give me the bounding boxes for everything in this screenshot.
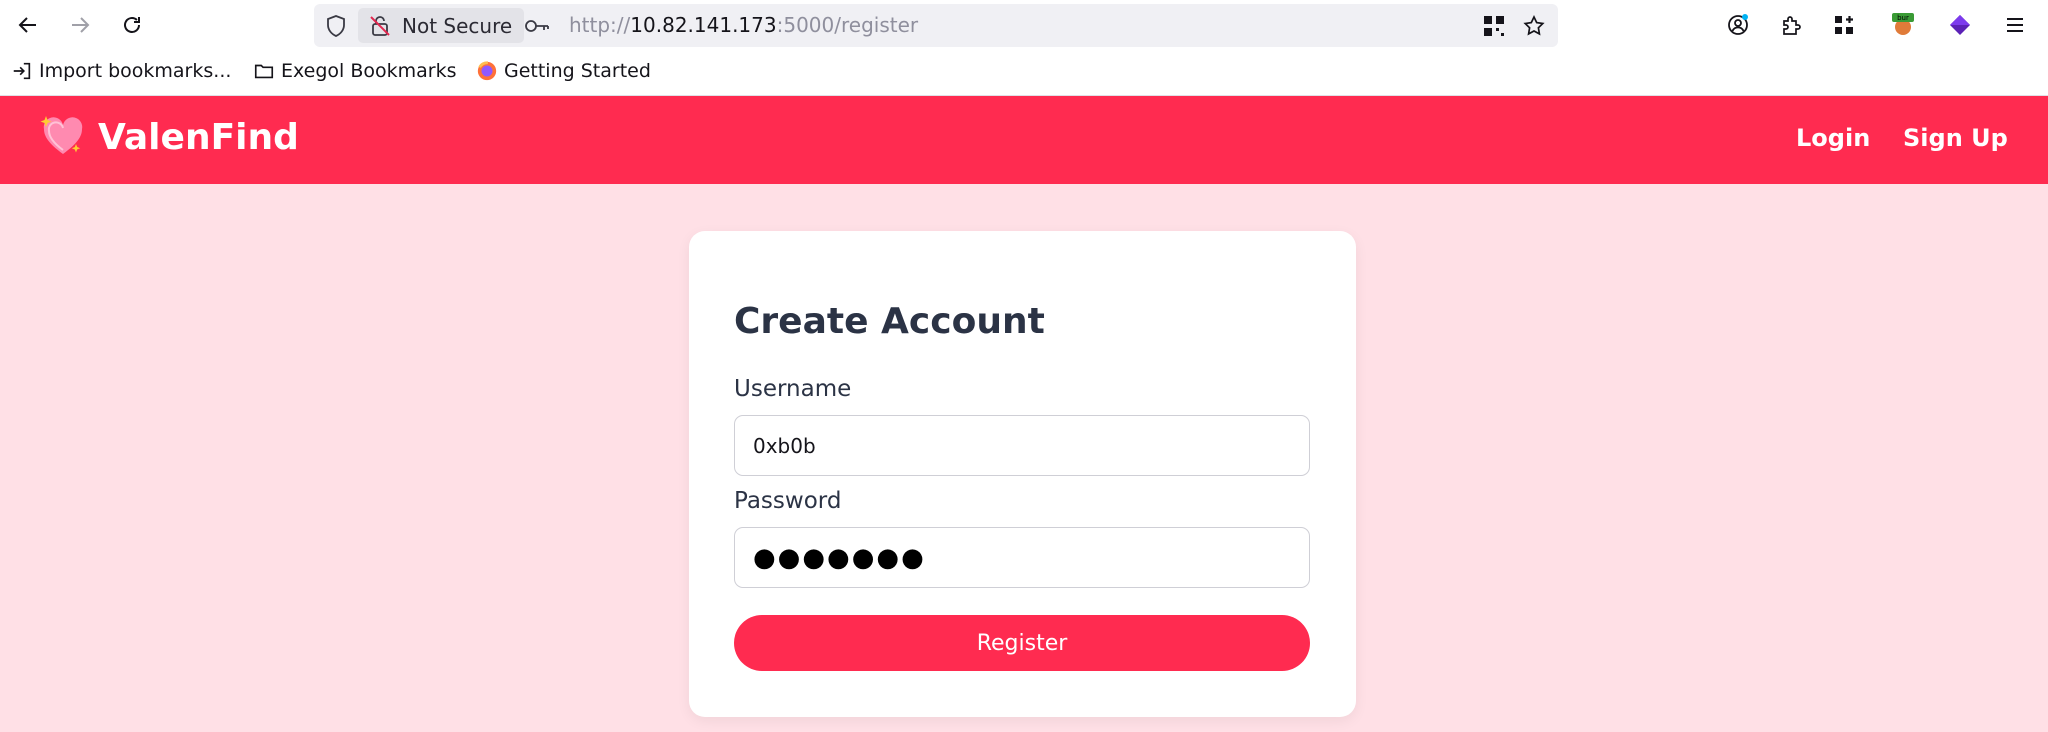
reload-button[interactable]	[115, 8, 149, 42]
password-field[interactable]: ●●●●●●●	[734, 527, 1310, 588]
page-title: Create Account	[734, 301, 1045, 342]
signup-link[interactable]: Sign Up	[1903, 124, 2008, 152]
heart-with-sparkles-icon	[40, 116, 83, 154]
app-header: ValenFind Login Sign Up	[0, 96, 2048, 184]
burp-badge: bur	[1897, 14, 1909, 22]
username-label: Username	[734, 376, 852, 402]
extensions-button[interactable]	[1774, 8, 1808, 42]
username-field[interactable]: 0xb0b	[734, 415, 1310, 476]
apps-grid-icon	[1835, 16, 1853, 34]
not-secure-label: Not Secure	[402, 13, 513, 38]
login-link[interactable]: Login	[1796, 124, 1870, 152]
not-secure-badge[interactable]: Not Secure	[358, 8, 525, 43]
bookmark-label: Getting Started	[504, 60, 651, 82]
folder-icon	[254, 64, 274, 79]
burp-extension-button[interactable]: bur	[1886, 8, 1920, 42]
star-icon[interactable]	[1522, 14, 1546, 38]
insecure-lock-icon	[370, 16, 390, 36]
puzzle-icon	[1783, 16, 1801, 35]
menu-button[interactable]	[1998, 8, 2032, 42]
url-host: 10.82.141.173	[630, 13, 777, 37]
bookmarks-bar: Import bookmarks... Exegol Bookmarks Get…	[0, 50, 2048, 96]
url-path: :5000/register	[776, 13, 919, 37]
brand[interactable]: ValenFind	[40, 114, 299, 160]
hamburger-menu-icon	[2007, 18, 2023, 32]
register-card: Create Account Username 0xb0b Password ●…	[689, 231, 1356, 717]
address-bar[interactable]: Not Secure http://10.82.141.173:5000/reg…	[314, 4, 1558, 47]
register-button[interactable]: Register	[734, 615, 1310, 671]
password-label: Password	[734, 488, 842, 514]
burp-extension-icon: bur	[1892, 13, 1914, 35]
bookmark-getting-started[interactable]: Getting Started	[476, 60, 651, 82]
url-text[interactable]: http://10.82.141.173:5000/register	[569, 13, 918, 37]
browser-toolbar: Not Secure http://10.82.141.173:5000/reg…	[0, 0, 2048, 50]
bookmark-exegol[interactable]: Exegol Bookmarks	[253, 60, 457, 82]
account-icon	[1728, 14, 1748, 35]
bookmark-label: Exegol Bookmarks	[281, 60, 457, 82]
back-button[interactable]	[11, 8, 45, 42]
qr-code-icon[interactable]	[1482, 14, 1506, 38]
key-icon[interactable]	[524, 14, 550, 38]
forward-button[interactable]	[63, 8, 97, 42]
bookmark-label: Import bookmarks...	[39, 60, 232, 82]
apps-button[interactable]	[1827, 8, 1861, 42]
bookmark-import[interactable]: Import bookmarks...	[11, 60, 231, 82]
username-value: 0xb0b	[753, 433, 816, 458]
url-scheme: http://	[569, 13, 631, 37]
brand-name: ValenFind	[98, 116, 299, 158]
purple-cube-icon	[1950, 15, 1970, 35]
account-button[interactable]	[1721, 8, 1755, 42]
import-icon	[13, 62, 31, 80]
arrow-right-icon	[72, 17, 90, 33]
reload-icon	[124, 17, 140, 33]
arrow-left-icon	[18, 17, 36, 33]
extension-button[interactable]	[1943, 8, 1977, 42]
password-value: ●●●●●●●	[753, 542, 926, 573]
shield-icon[interactable]	[324, 14, 348, 38]
firefox-icon	[477, 61, 497, 81]
